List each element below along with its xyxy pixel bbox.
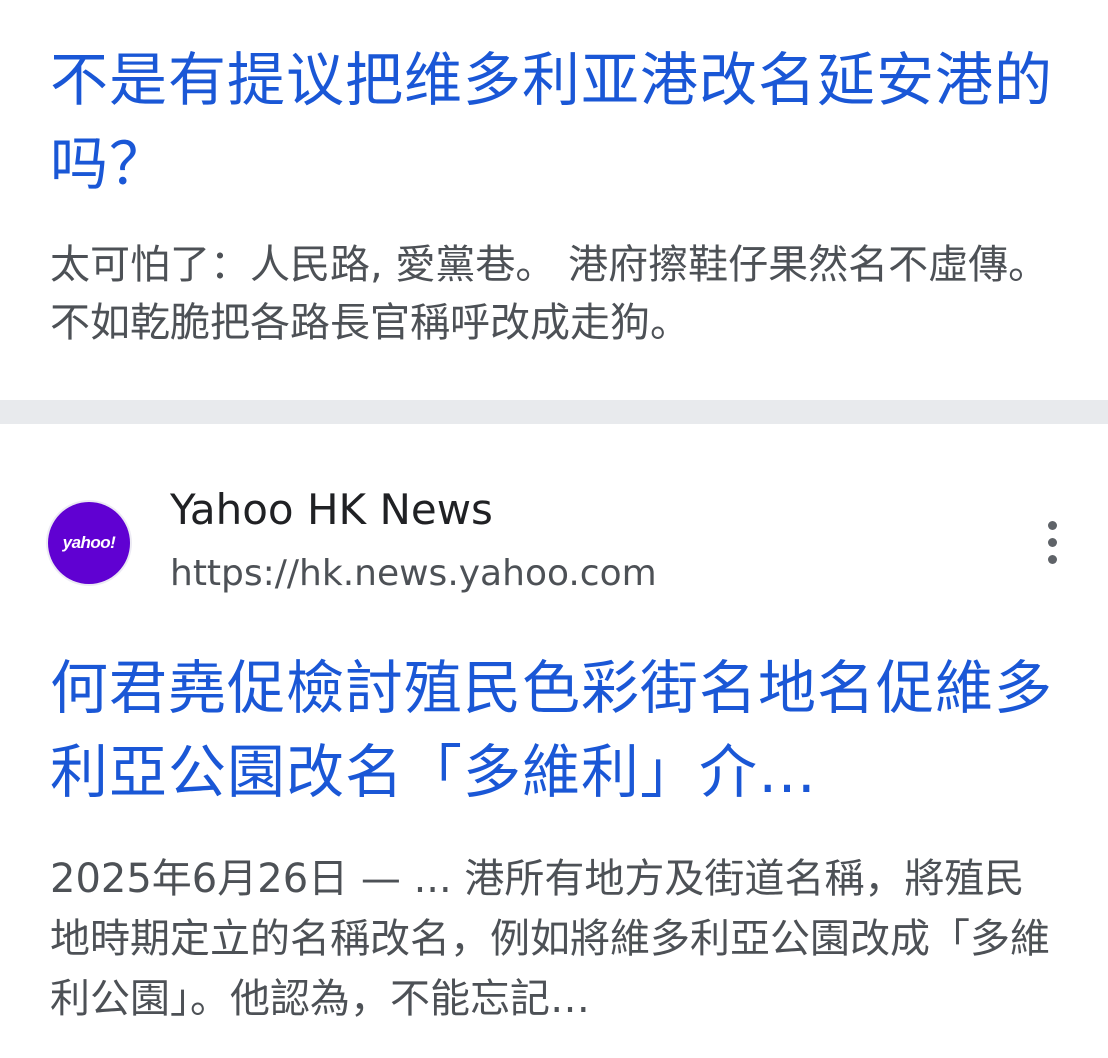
- more-vert-icon: [1047, 537, 1057, 547]
- more-options-button[interactable]: [1040, 510, 1064, 574]
- yahoo-logo-text: yahoo!: [62, 533, 116, 552]
- result-title-link[interactable]: 不是有提议把维多利亚港改名延安港的吗？: [50, 38, 1065, 206]
- result-divider: [0, 400, 1108, 424]
- source-row[interactable]: yahoo! Yahoo HK News https://hk.news.yah…: [48, 485, 1078, 612]
- more-vert-icon: [1047, 520, 1057, 530]
- more-vert-icon: [1047, 554, 1057, 564]
- search-result-card: yahoo! Yahoo HK News https://hk.news.yah…: [0, 424, 1108, 1058]
- source-url: https://hk.news.yahoo.com: [170, 553, 657, 594]
- result-snippet: 太可怕了：人民路, 愛黨巷。 港府擦鞋仔果然名不虛傳。 不如乾脆把各路長官稱呼改…: [50, 242, 1049, 346]
- yahoo-logo: yahoo!: [48, 502, 130, 584]
- source-name: Yahoo HK News: [170, 485, 493, 534]
- result-snippet: 2025年6月26日 — ... 港所有地方及街道名稱，將殖民地時期定立的名稱改…: [50, 856, 1050, 1022]
- result-title-link[interactable]: 何君堯促檢討殖民色彩街名地名促維多利亞公園改名「多維利」介…: [50, 646, 1065, 814]
- search-result-card: 不是有提议把维多利亚港改名延安港的吗？ 太可怕了：人民路, 愛黨巷。 港府擦鞋仔…: [0, 0, 1108, 400]
